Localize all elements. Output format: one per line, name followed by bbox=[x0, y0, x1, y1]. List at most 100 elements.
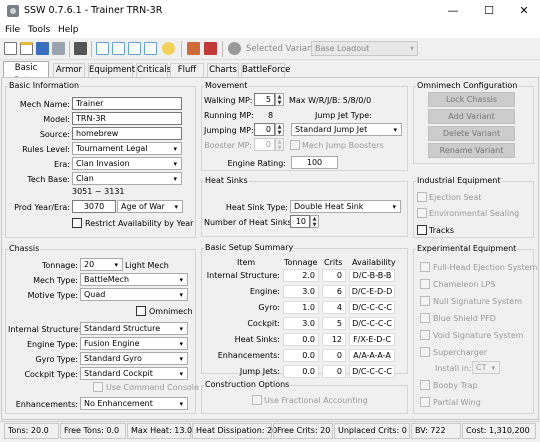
chat-icon[interactable] bbox=[162, 42, 175, 55]
enhancements-select[interactable]: No Enhancement ▾ bbox=[80, 397, 188, 410]
full-head-ejection-checkbox[interactable] bbox=[420, 262, 430, 272]
chevron-down-icon: ▾ bbox=[491, 364, 495, 372]
structure-select[interactable]: Standard Structure ▾ bbox=[80, 322, 188, 335]
supercharger-checkbox[interactable] bbox=[420, 347, 430, 357]
partial-wing-label: Partial Wing bbox=[433, 398, 481, 407]
clipboard-icon[interactable] bbox=[144, 42, 157, 55]
partial-wing-checkbox[interactable] bbox=[420, 397, 430, 407]
summary-header-availability: Availability bbox=[352, 258, 396, 267]
save-icon[interactable] bbox=[36, 42, 49, 55]
status-cost: Cost: 1,310,200 bbox=[462, 423, 536, 439]
summary-availability: D/C-C-C-C bbox=[349, 317, 395, 330]
install-in-select[interactable]: CT ▾ bbox=[472, 361, 500, 374]
chameleon-lps-checkbox[interactable] bbox=[420, 279, 430, 289]
mech-name-label: Mech Name: bbox=[19, 100, 70, 109]
rename-variant-button[interactable]: Rename Variant bbox=[428, 143, 515, 158]
command-console-checkbox[interactable] bbox=[93, 382, 103, 392]
source-field[interactable]: homebrew bbox=[72, 127, 182, 140]
export-html-icon[interactable] bbox=[96, 42, 109, 55]
mech-type-select[interactable]: BattleMech ▾ bbox=[80, 273, 188, 286]
mech-name-field[interactable]: Trainer bbox=[72, 97, 182, 110]
tab-armor[interactable]: Armor bbox=[53, 63, 85, 77]
chevron-down-icon: ▾ bbox=[179, 325, 183, 333]
chevron-down-icon: ▾ bbox=[392, 203, 396, 211]
tab-battleforce[interactable]: BattleForce bbox=[241, 63, 290, 77]
motive-select[interactable]: Quad ▾ bbox=[80, 288, 188, 301]
blue-shield-checkbox[interactable] bbox=[420, 313, 430, 323]
tonnage-select[interactable]: 20 ▾ bbox=[80, 258, 123, 271]
booby-trap-checkbox[interactable] bbox=[420, 380, 430, 390]
summary-tonnage: 0.0 bbox=[283, 333, 319, 346]
rules-select[interactable]: Tournament Legal ▾ bbox=[72, 142, 182, 155]
new-icon[interactable] bbox=[4, 42, 17, 55]
heat-sink-spin-buttons[interactable]: ▲ ▼ bbox=[310, 215, 319, 228]
options-icon[interactable] bbox=[187, 42, 200, 55]
export-text-icon[interactable] bbox=[112, 42, 125, 55]
menu-tools[interactable]: Tools bbox=[28, 25, 50, 35]
jumping-spinner[interactable]: 0 bbox=[254, 123, 275, 136]
prod-year-field[interactable]: 3070 bbox=[72, 200, 116, 213]
cockpit-select[interactable]: Standard Cockpit ▾ bbox=[80, 367, 188, 380]
exit-icon[interactable] bbox=[204, 42, 217, 55]
walking-spinner[interactable]: 5 bbox=[254, 93, 275, 106]
chevron-down-icon: ▾ bbox=[173, 175, 177, 183]
omnimech-checkbox[interactable] bbox=[136, 306, 146, 316]
add-variant-button[interactable]: Add Variant bbox=[428, 109, 515, 124]
tab-basic-setup[interactable]: Basic Setup bbox=[3, 61, 49, 86]
blue-shield-label: Blue Shield PFD bbox=[433, 314, 496, 323]
menu-help[interactable]: Help bbox=[58, 25, 79, 35]
heat-sinks-title: Heat Sinks bbox=[204, 176, 249, 185]
max-wrjb: Max W/R/J/B: 5/8/0/0 bbox=[289, 96, 372, 105]
prod-era-select[interactable]: Age of War ▾ bbox=[117, 200, 183, 213]
jump-jet-type-select[interactable]: Standard Jump Jet ▾ bbox=[291, 123, 402, 136]
tracks-checkbox[interactable] bbox=[417, 225, 427, 235]
ejection-seat-checkbox[interactable] bbox=[417, 192, 427, 202]
techbase-select[interactable]: Clan ▾ bbox=[72, 172, 182, 185]
tab-equipment[interactable]: Equipment bbox=[88, 63, 135, 77]
print-icon[interactable] bbox=[74, 42, 87, 55]
jump-boosters-checkbox[interactable] bbox=[290, 140, 300, 150]
delete-variant-button[interactable]: Delete Variant bbox=[428, 126, 515, 141]
restrict-checkbox[interactable] bbox=[72, 218, 82, 228]
summary-availability: D/C-C-C-C bbox=[349, 301, 395, 314]
status-unplaced-crits: Unplaced Crits: 0 bbox=[334, 423, 410, 439]
fractional-checkbox[interactable] bbox=[252, 395, 262, 405]
tonnage-label: Tonnage: bbox=[41, 261, 78, 270]
booby-trap-label: Booby Trap bbox=[433, 381, 478, 390]
engine-rating-label: Engine Rating: bbox=[227, 159, 286, 168]
heat-sink-type-select[interactable]: Double Heat Sink ▾ bbox=[290, 200, 401, 213]
era-select[interactable]: Clan Invasion ▾ bbox=[72, 157, 182, 170]
tab-charts[interactable]: Charts bbox=[207, 63, 239, 77]
heat-sink-count-spinner[interactable]: 10 bbox=[290, 215, 310, 228]
monitor-icon[interactable] bbox=[52, 42, 65, 55]
close-button[interactable]: ✕ bbox=[509, 0, 539, 22]
tab-fluff[interactable]: Fluff bbox=[170, 63, 204, 77]
summary-header-crits: Crits bbox=[324, 258, 343, 267]
model-field[interactable]: TRN-3R bbox=[72, 112, 182, 125]
gear-icon[interactable] bbox=[228, 42, 241, 55]
maximize-button[interactable]: ☐ bbox=[474, 0, 504, 22]
cockpit-label: Cockpit Type: bbox=[24, 370, 78, 379]
walking-spin-buttons[interactable]: ▲ ▼ bbox=[275, 93, 284, 106]
minimize-button[interactable]: — bbox=[438, 0, 468, 22]
booster-spinner[interactable]: 0 bbox=[254, 138, 275, 151]
tab-criticals[interactable]: Criticals bbox=[136, 63, 171, 77]
lock-chassis-button[interactable]: Lock Chassis bbox=[428, 92, 515, 107]
fractional-label: Use Fractional Accounting bbox=[264, 396, 368, 405]
null-signature-checkbox[interactable] bbox=[420, 296, 430, 306]
load-icon[interactable] bbox=[20, 42, 33, 55]
void-signature-checkbox[interactable] bbox=[420, 330, 430, 340]
menu-file[interactable]: File bbox=[5, 25, 20, 35]
env-sealing-checkbox[interactable] bbox=[417, 208, 427, 218]
export-mtf-icon[interactable] bbox=[128, 42, 141, 55]
construction-title: Construction Options bbox=[204, 380, 291, 389]
status-heat-dissipation: Heat Dissipation: 20 bbox=[192, 423, 277, 439]
supercharger-label: Supercharger bbox=[433, 348, 488, 357]
heat-sink-type-label: Heat Sink Type: bbox=[225, 203, 288, 212]
engine-select[interactable]: Fusion Engine ▾ bbox=[80, 337, 188, 350]
booster-spin-buttons[interactable]: ▲ ▼ bbox=[275, 138, 284, 151]
summary-item: Cockpit: bbox=[247, 319, 280, 328]
summary-item: Heat Sinks: bbox=[234, 335, 280, 344]
gyro-select[interactable]: Standard Gyro ▾ bbox=[80, 352, 188, 365]
jumping-spin-buttons[interactable]: ▲ ▼ bbox=[275, 123, 284, 136]
